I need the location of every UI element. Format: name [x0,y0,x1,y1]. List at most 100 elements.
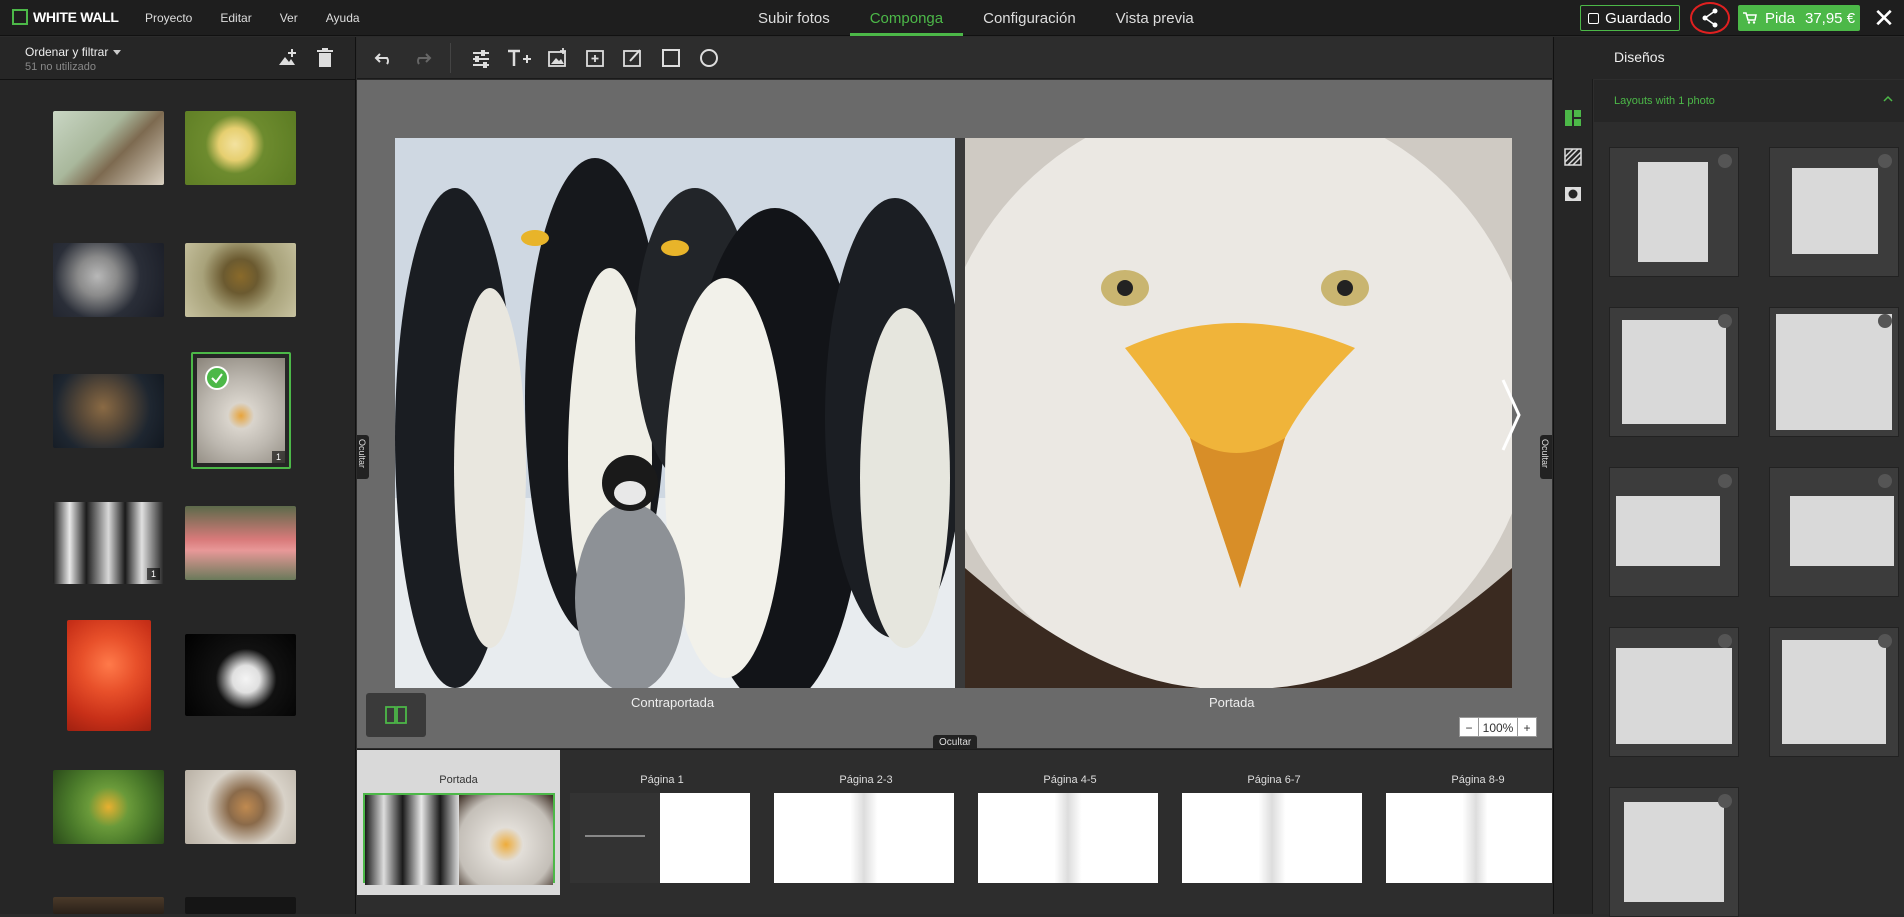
photo-thumb-penguins[interactable]: 1 [53,502,164,584]
layout-option-7[interactable] [1609,627,1739,757]
designs-side-tabs [1554,79,1593,914]
photo-thumb-hawk[interactable] [53,374,164,448]
trash-icon[interactable] [314,47,336,69]
filmstrip-page-thumb [978,793,1068,883]
layouts-section-label: Layouts with 1 photo [1614,95,1715,107]
divider [0,79,356,80]
unused-count: 51 no utilizado [25,61,96,73]
undo-icon[interactable] [372,46,396,70]
photo-thumb-chick[interactable] [185,111,296,185]
filmstrip-page-thumb [864,793,954,883]
layout-option-6[interactable] [1769,467,1899,597]
filmstrip-penguins-thumb [365,795,459,885]
photo-thumb-flamingo[interactable] [67,620,151,731]
editor-canvas: Ocultar Ocultar Contraportada Portada − … [357,80,1552,750]
add-frame-icon[interactable] [584,46,608,70]
close-icon[interactable]: ✕ [1870,4,1898,32]
tab-configuracion[interactable]: Configuración [963,0,1096,36]
favorite-heart-icon[interactable] [1878,154,1892,168]
filmstrip-item-pagina-8-9[interactable]: Página 8-9 [1376,750,1552,895]
saved-label: Guardado [1605,9,1672,27]
add-photo-icon[interactable] [276,47,298,69]
eagle-photo [965,138,1512,688]
filmstrip-item-pagina-6-7[interactable]: Página 6-7 [1172,750,1376,895]
penguins-photo [395,138,955,688]
photo-thumb-duckling[interactable] [185,243,296,317]
book-view-button[interactable] [366,693,426,737]
photo-thumb-eagle-selected[interactable]: 1 [191,352,291,469]
filmstrip-item-portada[interactable]: Portada [357,750,560,895]
menu-proyecto[interactable]: Proyecto [145,11,192,25]
hide-right-panel-tab[interactable]: Ocultar [1540,435,1552,479]
layouts-section-header[interactable]: Layouts with 1 photo [1594,80,1904,122]
book-spread[interactable] [395,138,1512,688]
photo-thumb-dark[interactable] [185,897,296,914]
tab-vista-previa[interactable]: Vista previa [1096,0,1214,36]
photo-thumb-swans[interactable] [185,634,296,716]
favorite-heart-icon[interactable] [1718,314,1732,328]
order-button[interactable]: Pida 37,95 € [1738,5,1860,31]
share-button[interactable] [1690,2,1730,34]
menu-ver[interactable]: Ver [280,11,298,25]
saved-button[interactable]: Guardado [1580,5,1680,31]
favorite-heart-icon[interactable] [1878,634,1892,648]
photo-thumb-chaffinch[interactable] [53,111,164,185]
sort-filter-dropdown[interactable]: Ordenar y filtrar 51 no utilizado [25,45,122,73]
tab-componga[interactable]: Componga [849,0,964,36]
chevron-up-icon[interactable] [1883,94,1893,104]
favorite-heart-icon[interactable] [1718,634,1732,648]
layout-option-5[interactable] [1609,467,1739,597]
photo-thumb-owl-2[interactable] [53,897,164,914]
adjust-sliders-icon[interactable] [469,46,493,70]
cart-icon [1742,12,1757,24]
rectangle-icon[interactable] [659,46,683,70]
filmstrip-item-pagina-2-3[interactable]: Página 2-3 [764,750,968,895]
add-text-icon[interactable] [506,46,534,70]
layouts-icon[interactable] [1564,109,1582,127]
favorite-heart-icon[interactable] [1878,474,1892,488]
circle-icon[interactable] [697,46,721,70]
favorite-heart-icon[interactable] [1878,314,1892,328]
photo-thumb-bee-eater[interactable] [53,770,164,844]
filmstrip-page-thumb [1182,793,1272,883]
favorite-heart-icon[interactable] [1718,474,1732,488]
photo-thumb-sparrow[interactable] [185,770,296,844]
layout-option-2[interactable] [1769,147,1899,277]
layout-option-8[interactable] [1769,627,1899,757]
top-bar: WHITE WALL Proyecto Editar Ver Ayuda Sub… [0,0,1904,36]
share-icon [1702,8,1718,28]
front-cover-page[interactable] [965,138,1512,688]
filmstrip-page-thumb [1068,793,1158,883]
photo-thumb-flamingos[interactable] [185,506,296,580]
tab-subir-fotos[interactable]: Subir fotos [738,0,850,36]
backgrounds-icon[interactable] [1564,148,1582,166]
zoom-in-button[interactable]: + [1517,717,1537,737]
photo-library-panel: Ordenar y filtrar 51 no utilizado 1 1 [0,37,356,914]
favorite-heart-icon[interactable] [1718,794,1732,808]
layout-option-3[interactable] [1609,307,1739,437]
hide-filmstrip-tab[interactable]: Ocultar [933,735,978,750]
back-cover-label: Contraportada [631,695,715,710]
menu-editar[interactable]: Editar [220,11,251,25]
back-cover-page[interactable] [395,138,955,688]
add-image-icon[interactable] [546,46,570,70]
layout-option-4[interactable] [1769,307,1899,437]
edit-frame-icon[interactable] [621,46,645,70]
zoom-out-button[interactable]: − [1459,717,1479,737]
favorite-heart-icon[interactable] [1718,154,1732,168]
filmstrip-item-pagina-1[interactable]: Página 1 [560,750,764,895]
hide-left-panel-tab[interactable]: Ocultar [357,435,369,479]
layout-option-1[interactable] [1609,147,1739,277]
menu-ayuda[interactable]: Ayuda [326,11,360,25]
front-cover-label: Portada [1209,695,1255,710]
masks-icon[interactable] [1564,185,1582,203]
filmstrip-item-pagina-4-5[interactable]: Página 4-5 [968,750,1172,895]
logo[interactable]: WHITE WALL [12,9,119,25]
photo-thumb-owl[interactable] [53,243,164,317]
chevron-down-icon [113,50,122,56]
save-icon [1588,12,1600,24]
next-spread-arrow-icon[interactable] [1499,375,1523,455]
redo-icon[interactable] [410,46,434,70]
logo-text: WHITE WALL [33,9,119,25]
layout-option-9[interactable] [1609,787,1739,917]
